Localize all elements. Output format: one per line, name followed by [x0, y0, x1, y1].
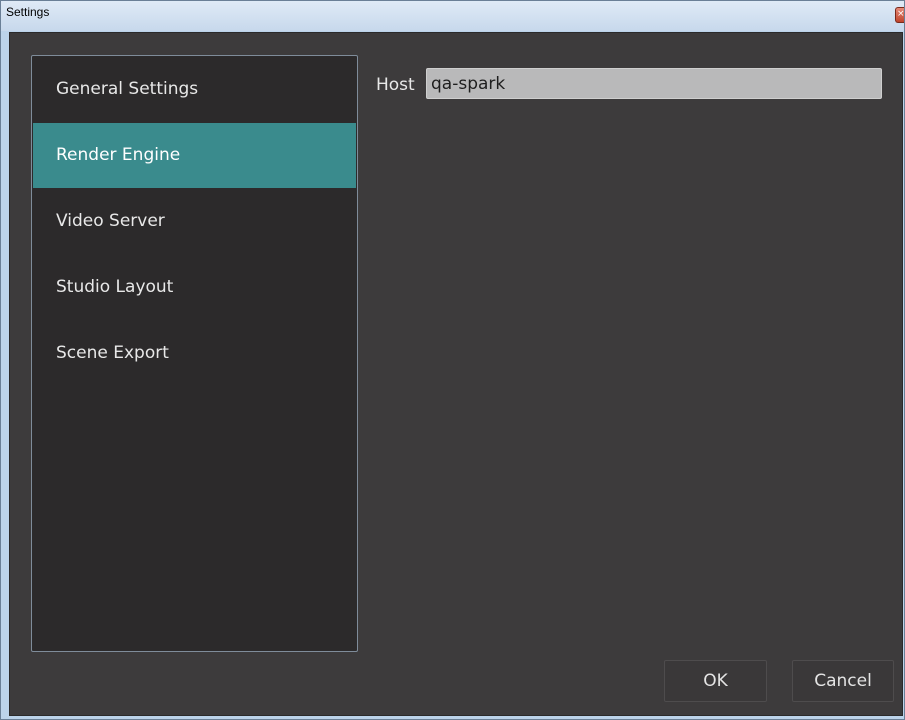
settings-category-list: General Settings Render Engine Video Ser…: [31, 55, 358, 652]
settings-window: Settings × General Settings Render Engin…: [0, 0, 905, 720]
settings-panel: General Settings Render Engine Video Ser…: [9, 32, 903, 716]
cancel-button[interactable]: Cancel: [792, 660, 894, 702]
sidebar-item-studio-layout[interactable]: Studio Layout: [33, 255, 356, 320]
window-title: Settings: [6, 5, 50, 19]
title-bar[interactable]: Settings ×: [1, 1, 904, 31]
sidebar-item-render-engine[interactable]: Render Engine: [33, 123, 356, 188]
sidebar-item-general-settings[interactable]: General Settings: [33, 57, 356, 122]
sidebar-item-scene-export[interactable]: Scene Export: [33, 321, 356, 386]
host-input[interactable]: [426, 68, 882, 99]
ok-button[interactable]: OK: [664, 660, 767, 702]
sidebar-item-video-server[interactable]: Video Server: [33, 189, 356, 254]
host-label: Host: [376, 75, 415, 95]
close-icon[interactable]: ×: [895, 7, 904, 23]
